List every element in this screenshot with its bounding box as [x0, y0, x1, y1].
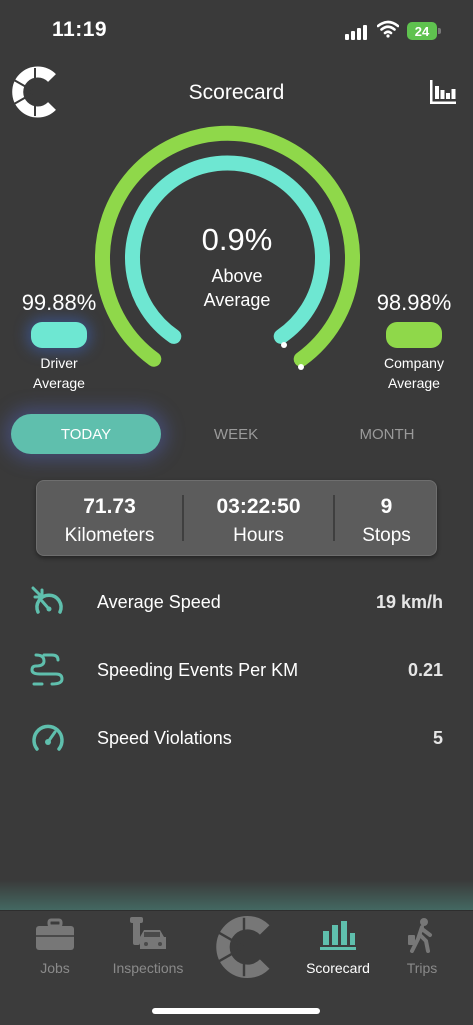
stat-value: 03:22:50 [216, 495, 301, 518]
nav-item-trips[interactable]: Trips [396, 917, 448, 976]
gauge-subtitle-line1: Above [211, 266, 263, 286]
page-title: Scorecard [188, 81, 285, 104]
nav-label: Scorecard [306, 960, 370, 976]
company-average-indicator [386, 322, 442, 348]
tab-month[interactable]: MONTH [312, 414, 462, 454]
gauge-icon [32, 724, 64, 751]
company-label-line2: Average [388, 375, 440, 391]
nav-item-jobs[interactable]: Jobs [25, 917, 85, 976]
metric-value-speeding-events: 0.21 [407, 660, 443, 680]
stat-label: Kilometers [64, 525, 155, 546]
driver-label-line1: Driver [40, 355, 78, 371]
stat-stops: 9 Stops [335, 495, 438, 547]
nav-item-home[interactable] [214, 915, 274, 984]
briefcase-icon [36, 918, 74, 950]
metric-label-speed-violations: Speed Violations [97, 728, 232, 748]
driver-average-value: 99.88% [21, 290, 97, 315]
metric-value-average-speed: 19 km/h [375, 592, 443, 612]
stat-value: 71.73 [83, 495, 136, 518]
stat-value: 9 [380, 495, 393, 518]
battery-icon: 24 [407, 22, 437, 40]
metric-label-average-speed: Average Speed [97, 592, 221, 612]
company-average-label: Company Average [359, 353, 469, 393]
status-time: 11:19 [52, 18, 108, 41]
speedometer-down-icon [31, 586, 63, 614]
home-indicator[interactable] [152, 1008, 320, 1014]
wrench-car-icon [130, 917, 166, 949]
stat-hours: 03:22:50 Hours [184, 495, 333, 547]
nav-glow [0, 880, 473, 912]
nav-label: Inspections [112, 960, 184, 976]
driver-average-label: Driver Average [4, 353, 114, 393]
gauge-percent: 0.9% [201, 222, 273, 257]
tab-today[interactable]: TODAY [11, 414, 161, 454]
nav-item-scorecard[interactable]: Scorecard [300, 917, 376, 976]
metric-value-speed-violations: 5 [432, 728, 443, 748]
walking-person-icon [408, 918, 432, 953]
company-arc-marker [298, 364, 304, 370]
company-average-value: 98.98% [376, 290, 452, 315]
stat-label: Hours [233, 525, 284, 546]
gauge-subtitle: Above Average [137, 264, 337, 312]
company-label-line1: Company [384, 355, 444, 371]
battery-level: 24 [414, 23, 430, 39]
cellular-signal-icon [345, 24, 369, 40]
gauge-subtitle-line2: Average [203, 290, 271, 310]
nav-label: Trips [406, 960, 438, 976]
stat-label: Stops [362, 525, 411, 546]
stat-kilometers: 71.73 Kilometers [37, 495, 182, 547]
bar-chart-button[interactable] [428, 78, 458, 106]
wifi-icon [377, 20, 399, 38]
driver-arc-marker [281, 342, 287, 348]
winding-road-icon [30, 653, 64, 686]
metric-label-speeding-events: Speeding Events Per KM [97, 660, 299, 680]
bar-chart-icon [320, 921, 356, 950]
tab-week[interactable]: WEEK [161, 414, 311, 454]
driver-average-indicator [31, 322, 87, 348]
nav-label: Jobs [40, 960, 70, 976]
driver-label-line2: Average [33, 375, 85, 391]
nav-item-inspections[interactable]: Inspections [106, 917, 190, 976]
battery-tip [438, 28, 441, 34]
trip-stats-card: 71.73 Kilometers 03:22:50 Hours 9 Stops [36, 480, 437, 556]
app-logo-icon [216, 915, 270, 979]
